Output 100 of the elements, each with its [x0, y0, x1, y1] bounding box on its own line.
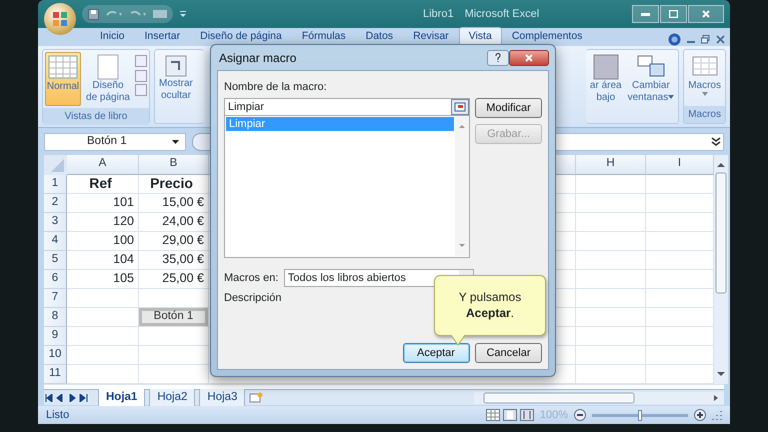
resize-grip-icon — [712, 410, 722, 420]
table-cell[interactable]: Ref — [67, 174, 139, 194]
grid-view-icon[interactable] — [486, 409, 500, 422]
zoom-out-icon[interactable] — [574, 409, 586, 422]
table-cell[interactable]: 100 — [67, 232, 139, 251]
window-title: Microsoft Excel — [464, 6, 540, 22]
empty-cell[interactable] — [576, 270, 646, 289]
empty-cell[interactable] — [576, 232, 646, 251]
maximize-button[interactable] — [660, 5, 687, 23]
restore-icon[interactable] — [701, 35, 710, 44]
ribbon-tab[interactable]: Diseño de página — [190, 27, 292, 46]
cancel-button[interactable]: Cancelar — [475, 343, 542, 363]
close-icon[interactable] — [716, 35, 724, 44]
row-header[interactable]: 10 — [44, 346, 67, 365]
help-icon[interactable] — [668, 33, 681, 46]
row-header[interactable]: 4 — [44, 232, 67, 251]
table-cell[interactable]: 101 — [67, 194, 139, 213]
table-cell[interactable]: 25,00 € — [139, 270, 209, 289]
dropdown-icon — [702, 92, 708, 96]
empty-cell[interactable] — [576, 212, 646, 232]
field-label: Nombre de la macro: — [224, 80, 328, 95]
macro-name-field[interactable]: Limpiar — [224, 98, 470, 116]
table-cell[interactable]: 120 — [67, 212, 139, 232]
row-header[interactable]: 6 — [44, 270, 67, 289]
table-cell[interactable]: 29,00 € — [139, 232, 209, 251]
status-text: Listo — [46, 408, 70, 423]
row-header[interactable]: 1 — [44, 174, 67, 194]
ribbon-tab[interactable]: Inicio — [90, 27, 135, 46]
column-header[interactable]: A — [67, 154, 139, 175]
vertical-scrollbar[interactable] — [714, 154, 728, 384]
table-cell[interactable]: 104 — [67, 250, 139, 270]
close-button[interactable] — [509, 50, 549, 66]
view-button[interactable]: Normal — [45, 52, 81, 106]
table-cell[interactable]: 35,00 € — [139, 250, 209, 270]
customize-icon[interactable] — [179, 10, 187, 18]
empty-cell[interactable] — [139, 326, 209, 346]
dialog-title: Asignar macro — [219, 50, 296, 66]
workspace-icon — [590, 54, 621, 80]
edit-button[interactable]: Modificar — [475, 98, 542, 118]
row-header[interactable]: 5 — [44, 250, 67, 270]
ribbon-tab[interactable]: Revisar — [403, 27, 459, 46]
page-view-icon[interactable] — [503, 409, 518, 422]
empty-cell[interactable] — [139, 346, 209, 365]
expand-icon[interactable] — [711, 136, 721, 147]
row-header[interactable]: 8 — [44, 308, 67, 327]
empty-cell[interactable] — [576, 174, 646, 194]
ribbon-tab[interactable]: Fórmulas — [292, 27, 356, 46]
column-header[interactable]: H — [576, 154, 646, 175]
window-title: Libro1 — [423, 6, 454, 22]
empty-cell[interactable] — [576, 194, 646, 213]
help-icon — [495, 53, 501, 62]
name-box[interactable]: Botón 1 — [44, 132, 186, 151]
collapse-dialog-icon[interactable] — [450, 99, 468, 116]
callout-tooltip: Y pulsamos Aceptar. — [434, 275, 546, 336]
empty-cell[interactable] — [576, 250, 646, 270]
close-button[interactable] — [688, 5, 724, 23]
table-cell[interactable]: 15,00 € — [139, 194, 209, 213]
table-cell[interactable]: Precio — [139, 174, 209, 194]
switch-windows-button[interactable]: Cambiar ventanas — [626, 52, 676, 107]
ribbon-tab[interactable]: Insertar — [134, 27, 190, 46]
empty-cell[interactable] — [576, 346, 646, 365]
new-sheet-icon[interactable] — [249, 392, 264, 404]
sheet-button[interactable]: Botón 1 — [139, 308, 208, 326]
column-header[interactable]: I — [646, 154, 714, 175]
minimize-icon — [641, 12, 650, 16]
row-header[interactable]: 11 — [44, 364, 67, 384]
row-header[interactable]: 2 — [44, 194, 67, 213]
macros-button[interactable]: Macros — [686, 52, 723, 104]
zoom-in-icon[interactable] — [694, 409, 706, 422]
logo-icon — [52, 11, 68, 27]
office-button[interactable] — [44, 3, 76, 35]
column-header[interactable]: B — [139, 154, 209, 175]
row-header[interactable]: 9 — [44, 326, 67, 346]
ribbon-tab[interactable]: Complementos — [502, 27, 592, 46]
table-cell[interactable]: 105 — [67, 270, 139, 289]
minimize-button[interactable] — [632, 5, 659, 23]
ribbon-tab[interactable]: Datos — [356, 27, 404, 46]
empty-cell[interactable] — [576, 288, 646, 308]
view-icon[interactable] — [135, 84, 147, 96]
empty-cell[interactable] — [576, 308, 646, 327]
empty-cell[interactable] — [576, 326, 646, 346]
zoom-slider-thumb[interactable] — [638, 410, 642, 421]
horizontal-scrollbar[interactable] — [474, 392, 724, 404]
break-view-icon[interactable] — [520, 409, 534, 422]
scrollbar[interactable] — [454, 116, 468, 256]
select-all-icon[interactable] — [44, 154, 67, 175]
close-icon — [702, 10, 710, 18]
view-button[interactable]: Diseño de página — [83, 52, 133, 106]
workspace-button[interactable]: ar área bajo — [588, 52, 624, 107]
dropdown-icon — [172, 140, 179, 144]
row-header[interactable]: 7 — [44, 288, 67, 308]
show-hide-icon — [164, 54, 188, 78]
view-icon[interactable] — [135, 54, 147, 67]
save-icon[interactable] — [88, 8, 99, 20]
ok-button[interactable]: Aceptar — [402, 343, 470, 363]
view-icon[interactable] — [135, 70, 147, 82]
table-cell[interactable]: 24,00 € — [139, 212, 209, 232]
help-button[interactable] — [487, 50, 509, 66]
row-header[interactable]: 3 — [44, 212, 67, 232]
close-icon — [525, 54, 533, 62]
